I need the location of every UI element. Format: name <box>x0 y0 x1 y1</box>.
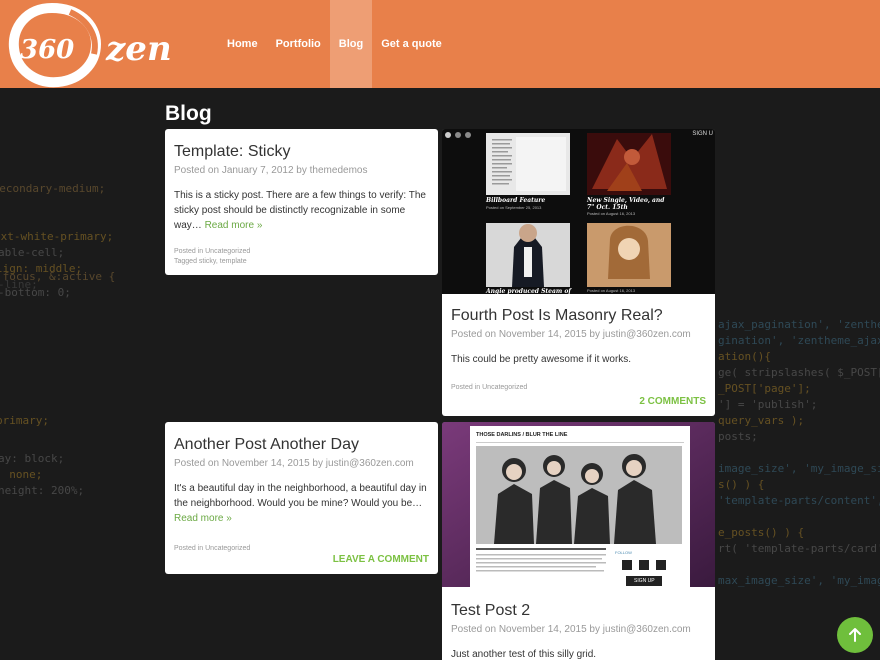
code-line: query_vars ); <box>718 414 805 427</box>
slider-artwork <box>442 129 715 294</box>
post-date-link[interactable]: November 14, 2015 <box>499 329 587 340</box>
code-line: -bottom: 0; <box>0 286 71 299</box>
signup-label: SIGN UP <box>634 578 655 584</box>
code-line: : none; <box>0 468 43 481</box>
post-title[interactable]: Fourth Post Is Masonry Real? <box>451 307 706 325</box>
code-line: rt( 'template-parts/card', get_p <box>718 542 880 555</box>
slide-date: Posted on August 16, 2013 <box>587 288 636 293</box>
comments-link[interactable]: 2 Comments <box>639 396 706 407</box>
post-date-link[interactable]: November 14, 2015 <box>222 458 310 469</box>
post-card: THOSE DARLINS / BLUR THE LINE FOLLOW SIG… <box>442 422 715 660</box>
code-line: ay: block; <box>0 452 65 465</box>
svg-text:zen: zen <box>105 29 172 69</box>
logo-mark: 360 zen <box>8 2 172 88</box>
follow-label: FOLLOW <box>615 550 632 555</box>
code-line: e_posts() ) { <box>718 526 805 539</box>
slider-dot[interactable] <box>445 132 451 138</box>
post-excerpt: It's a beautiful day in the neighborhood… <box>174 481 429 526</box>
slide-date: Posted on August 16, 2013 <box>587 211 636 216</box>
meta-prefix: Posted on <box>451 624 499 635</box>
code-line: max_image_size', 'my_image_size_ <box>718 574 880 587</box>
nav-item-get-a-quote[interactable]: Get a quote <box>372 0 451 88</box>
nav-item-home[interactable]: Home <box>218 0 267 88</box>
scroll-to-top-button[interactable] <box>837 617 873 653</box>
code-line: $secondary-medium; <box>0 182 106 195</box>
meta-prefix: Posted on <box>174 458 222 469</box>
post-featured-image[interactable]: THOSE DARLINS / BLUR THE LINE FOLLOW SIG… <box>442 422 715 587</box>
post-card: Template: Sticky Posted on January 7, 20… <box>165 129 438 275</box>
excerpt-text: It's a beautiful day in the neighborhood… <box>174 483 427 509</box>
code-line: s() ) { <box>718 478 765 491</box>
arrow-up-icon <box>849 628 861 642</box>
svg-text:360: 360 <box>20 35 74 65</box>
post-meta: Posted on November 14, 2015 by justin@36… <box>451 624 706 635</box>
code-line: ext-white-primary; <box>0 230 114 243</box>
background-code: $secondary-medium; ext-white-primary; ab… <box>0 0 880 660</box>
read-more-link[interactable]: Read more » <box>205 220 263 231</box>
post-card: Billboard Feature Posted on September 25… <box>442 129 715 416</box>
post-meta: Posted on November 14, 2015 by justin@36… <box>451 329 706 340</box>
post-title[interactable]: Another Post Another Day <box>174 436 429 454</box>
slider-dot[interactable] <box>465 132 471 138</box>
meta-by: by <box>586 624 603 635</box>
slide-caption: New Single, Video, and 7" Oct. 15th <box>587 197 665 211</box>
author-link[interactable]: justin@360zen.com <box>603 624 691 635</box>
slide-caption: Billboard Feature <box>486 197 546 204</box>
code-line: 'template-parts/content', 'none' <box>718 494 880 507</box>
post-featured-image[interactable]: Billboard Feature Posted on September 25… <box>442 129 715 295</box>
nav-item-portfolio[interactable]: Portfolio <box>267 0 330 88</box>
code-line: ation(){ <box>718 350 771 363</box>
code-line: image_size', 'my_image_size_over <box>718 462 880 475</box>
code-line: able-cell; <box>0 246 65 259</box>
post-date-link[interactable]: November 14, 2015 <box>499 624 587 635</box>
post-date-link[interactable]: January 7, 2012 <box>222 165 294 176</box>
author-link[interactable]: justin@360zen.com <box>603 329 691 340</box>
site-logo[interactable]: 360 zen <box>8 2 188 88</box>
post-categories: Posted in Uncategorized <box>174 248 251 255</box>
band-image-header: THOSE DARLINS / BLUR THE LINE <box>476 432 568 438</box>
slide-date: Posted on September 25, 2013 <box>486 205 542 210</box>
slider-dots <box>445 132 471 138</box>
post-excerpt: Just another test of this silly grid. <box>451 649 597 660</box>
post-excerpt: This could be pretty awesome if it works… <box>451 354 632 365</box>
page-title: Blog <box>165 102 212 125</box>
nav-item-blog[interactable]: Blog <box>329 0 373 88</box>
code-line: ge( stripslashes( $_POST['query_v <box>718 366 880 379</box>
code-line: '] = 'publish'; <box>718 398 818 411</box>
post-categories: Posted in Uncategorized <box>174 545 251 552</box>
post-meta: Posted on November 14, 2015 by justin@36… <box>174 458 429 469</box>
read-more-link[interactable]: Read more » <box>174 513 232 524</box>
slider-dot[interactable] <box>455 132 461 138</box>
post-meta: Posted on January 7, 2012 by themedemos <box>174 165 429 176</box>
post-card: Another Post Another Day Posted on Novem… <box>165 422 438 574</box>
code-line: primary; <box>0 414 49 427</box>
author-link[interactable]: justin@360zen.com <box>326 458 414 469</box>
code-line: height: 200%; <box>0 484 85 497</box>
meta-by: by <box>293 165 310 176</box>
code-line: ajax_pagination', 'zentheme_ajax_paginat… <box>718 318 880 331</box>
code-line: _POST['page']; <box>718 382 811 395</box>
code-line: gination', 'zentheme_ajax_paginat <box>718 334 880 347</box>
post-title[interactable]: Test Post 2 <box>451 602 706 620</box>
code-line: posts; <box>718 430 758 443</box>
author-link[interactable]: themedemos <box>310 165 368 176</box>
post-title[interactable]: Template: Sticky <box>174 143 429 161</box>
meta-prefix: Posted on <box>174 165 222 176</box>
post-tags: Tagged sticky, template <box>174 258 247 265</box>
leave-comment-link[interactable]: Leave a comment <box>333 554 429 565</box>
post-categories: Posted in Uncategorized <box>451 384 528 391</box>
meta-by: by <box>309 458 326 469</box>
band-artwork <box>442 422 715 587</box>
meta-by: by <box>586 329 603 340</box>
sign-up-label: SIGN U <box>692 131 713 137</box>
meta-prefix: Posted on <box>451 329 499 340</box>
site-header: 360 zen Home Portfolio Blog Get a quote <box>0 0 880 88</box>
post-excerpt: This is a sticky post. There are a few t… <box>174 188 429 233</box>
code-line: :focus, &:active { <box>0 270 116 283</box>
main-nav: Home Portfolio Blog Get a quote <box>218 0 451 88</box>
